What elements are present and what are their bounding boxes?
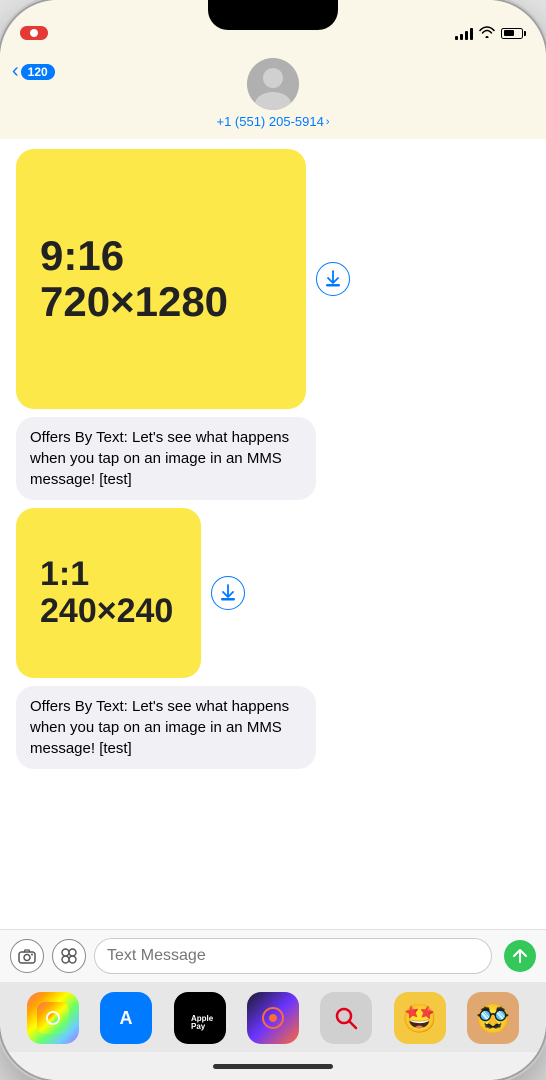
message-image-2[interactable]: 1:1 240×240: [16, 508, 201, 678]
signal-bar-4: [470, 28, 473, 40]
avatar: [247, 58, 299, 110]
dock-icon-memoji2[interactable]: 🥸: [467, 992, 519, 1044]
avatar-svg: [247, 58, 299, 110]
apps-button[interactable]: [52, 939, 86, 973]
svg-text:Pay: Pay: [191, 1022, 206, 1031]
signal-bar-3: [465, 31, 468, 40]
dock-icon-appstore[interactable]: A: [100, 992, 152, 1044]
message-caption-2: Offers By Text: Let's see what happens w…: [16, 686, 316, 769]
wifi-icon: [479, 25, 495, 41]
status-right: [455, 25, 526, 41]
download-button-1[interactable]: [316, 262, 350, 296]
contact-phone[interactable]: +1 (551) 205-5914 ›: [216, 114, 329, 129]
text-input-wrapper[interactable]: [94, 938, 492, 974]
chevron-left-icon: ‹: [12, 60, 19, 83]
text-message-input[interactable]: [107, 947, 479, 965]
dock-icon-search[interactable]: [320, 992, 372, 1044]
chevron-right-icon: ›: [326, 116, 330, 128]
phone-frame: ‹ 120 +1 (551) 205-5914 › 9: [0, 0, 546, 1080]
record-dot: [30, 29, 38, 37]
send-button[interactable]: [504, 940, 536, 972]
image-text-2-line1: 1:1: [40, 556, 177, 593]
home-bar: [213, 1064, 333, 1069]
message-caption-1: Offers By Text: Let's see what happens w…: [16, 417, 316, 500]
screen: ‹ 120 +1 (551) 205-5914 › 9: [0, 0, 546, 1080]
message-image-container-2[interactable]: 1:1 240×240: [16, 508, 201, 678]
image-text-1-line1: 9:16: [40, 233, 282, 279]
download-button-2[interactable]: [211, 576, 245, 610]
nav-header: ‹ 120 +1 (551) 205-5914 ›: [0, 54, 546, 139]
back-button[interactable]: ‹ 120: [12, 60, 55, 83]
dock-icon-applepay[interactable]: Apple Pay: [174, 992, 226, 1044]
home-indicator: [0, 1052, 546, 1080]
phone-number: +1 (551) 205-5914: [216, 114, 323, 129]
dock-icon-memoji1[interactable]: 🤩: [394, 992, 446, 1044]
dock-icon-circle[interactable]: [247, 992, 299, 1044]
image-text-1-line2: 720×1280: [40, 279, 282, 325]
record-button[interactable]: [20, 26, 48, 40]
signal-bar-1: [455, 36, 458, 40]
dock: A Apple Pay: [0, 982, 546, 1052]
signal-bars: [455, 26, 473, 40]
dock-icon-photos[interactable]: [27, 992, 79, 1044]
camera-button[interactable]: [10, 939, 44, 973]
message-group-2: 1:1 240×240 Offers By Text: Let's see wh…: [16, 508, 530, 769]
message-image-1[interactable]: 9:16 720×1280: [16, 149, 306, 409]
back-count: 120: [21, 64, 55, 80]
signal-bar-2: [460, 34, 463, 40]
message-image-container-1[interactable]: 9:16 720×1280: [16, 149, 306, 409]
svg-text:A: A: [120, 1008, 133, 1028]
message-group-1: 9:16 720×1280 Offers By Text: Let's see …: [16, 149, 530, 500]
status-bar: [0, 0, 546, 54]
notch: [208, 0, 338, 30]
status-left: [20, 26, 48, 40]
image-text-2-line2: 240×240: [40, 593, 177, 630]
input-bar: [0, 929, 546, 982]
battery-icon: [501, 28, 526, 39]
messages-area[interactable]: 9:16 720×1280 Offers By Text: Let's see …: [0, 139, 546, 929]
